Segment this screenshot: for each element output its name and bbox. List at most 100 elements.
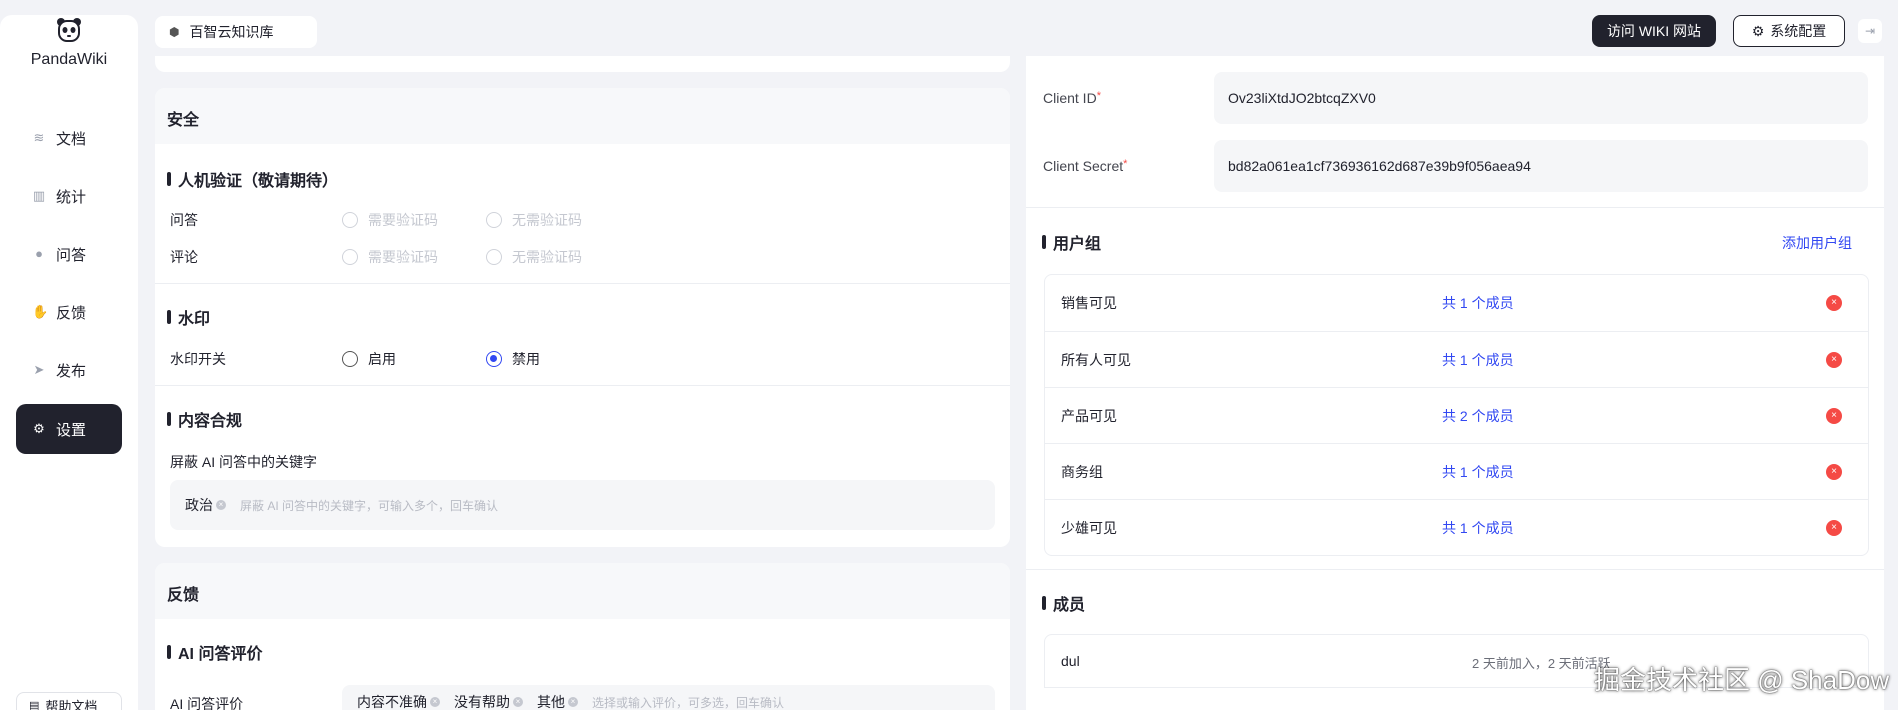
logout-icon[interactable]: ⇥ (1858, 19, 1882, 43)
user-group-row[interactable]: 少雄可见 共 1 个成员 × (1045, 499, 1868, 555)
group-member-count[interactable]: 共 1 个成员 (1442, 518, 1514, 538)
layers-icon: ≋ (33, 130, 45, 145)
tag-label: 没有帮助 (454, 694, 510, 710)
captcha-qa-label: 问答 (170, 212, 198, 228)
label-text: Client ID (1043, 90, 1097, 106)
delete-group-icon[interactable]: × (1826, 519, 1842, 536)
remove-tag-icon[interactable]: × (430, 697, 440, 707)
radio-circle (342, 212, 358, 228)
divider (1026, 207, 1884, 208)
client-id-input[interactable]: Ov23liXtdJO2btcqZXV0 (1214, 72, 1868, 124)
rating-tag[interactable]: 其他 × (537, 692, 578, 710)
radio-label: 启用 (368, 351, 396, 367)
sidebar-item-publish[interactable]: ➤ 发布 (16, 345, 122, 395)
group-member-count[interactable]: 共 1 个成员 (1442, 350, 1514, 370)
sidebar-item-label: 统计 (56, 188, 87, 206)
radio-label: 无需验证码 (512, 212, 582, 228)
member-activity: 2 天前加入，2 天前活跃 (1472, 656, 1611, 671)
divider (155, 385, 1010, 386)
delete-group-icon[interactable]: × (1826, 407, 1842, 424)
knowledge-base-name: 百智云知识库 (189, 24, 274, 40)
client-id-label: Client ID* (1043, 90, 1101, 106)
captcha-section-title: 人机验证（敬请期待） (167, 167, 338, 191)
sidebar-item-docs[interactable]: ≋ 文档 (16, 113, 122, 163)
delete-group-icon[interactable]: × (1826, 351, 1842, 368)
delete-group-icon[interactable]: × (1826, 463, 1842, 480)
help-docs-button[interactable]: ▤ 帮助文档 (16, 692, 122, 710)
previous-section-card (155, 56, 1010, 72)
captcha-qa-none-radio: 无需验证码 (486, 210, 582, 230)
group-name: 所有人可见 (1061, 351, 1131, 368)
radio-circle (342, 351, 358, 367)
rating-tag[interactable]: 内容不准确 × (357, 692, 440, 710)
divider (1026, 569, 1884, 570)
visit-wiki-button[interactable]: 访问 WIKI 网站 (1592, 15, 1716, 47)
sidebar-item-label: 反馈 (56, 304, 87, 322)
group-member-count[interactable]: 共 1 个成员 (1442, 293, 1514, 313)
user-group-list: 销售可见 共 1 个成员 × 所有人可见 共 1 个成员 × 产品可见 共 2 … (1044, 274, 1869, 556)
radio-label: 需要验证码 (368, 212, 438, 228)
group-name: 少雄可见 (1061, 519, 1117, 536)
tag-label: 内容不准确 (357, 694, 427, 710)
sidebar-item-feedback[interactable]: ✋ 反馈 (16, 287, 122, 337)
system-config-label: 系统配置 (1770, 23, 1827, 39)
gear-icon: ⚙ (33, 421, 45, 436)
overlay-watermark: 掘金技术社区 @ ShaDow (1594, 665, 1890, 695)
remove-tag-icon[interactable]: × (216, 500, 226, 510)
app-logo[interactable]: PandaWiki (0, 15, 138, 69)
delete-group-icon[interactable]: × (1826, 295, 1842, 311)
group-member-count[interactable]: 共 2 个成员 (1442, 406, 1514, 426)
sidebar-item-stats[interactable]: ▥ 统计 (16, 171, 122, 221)
sidebar-item-settings[interactable]: ⚙ 设置 (16, 404, 122, 454)
feedback-panel-title: 反馈 (155, 563, 1010, 619)
security-panel: 安全 人机验证（敬请期待） 问答 需要验证码 无需验证码 评论 需要验证码 无需… (155, 88, 1010, 547)
gear-icon: ⚙ (1751, 22, 1765, 39)
sidebar-item-qa[interactable]: ● 问答 (16, 229, 122, 279)
remove-tag-icon[interactable]: × (568, 697, 578, 707)
group-member-count[interactable]: 共 1 个成员 (1442, 462, 1514, 482)
cube-icon: ⬢ (169, 25, 180, 39)
user-group-row[interactable]: 销售可见 共 1 个成员 × (1045, 275, 1868, 331)
sidebar-item-label: 文档 (56, 130, 87, 148)
tag-label: 其他 (537, 694, 565, 710)
watermark-disable-radio[interactable]: 禁用 (486, 349, 540, 369)
user-groups-title: 用户组 (1042, 230, 1101, 254)
document-icon: ▤ (29, 699, 40, 710)
compliance-section-title: 内容合规 (167, 407, 242, 431)
send-icon: ➤ (33, 362, 45, 377)
watermark-enable-radio[interactable]: 启用 (342, 349, 396, 369)
panda-icon (57, 18, 81, 42)
radio-label: 无需验证码 (512, 249, 582, 265)
group-name: 产品可见 (1061, 407, 1117, 424)
keyword-tag[interactable]: 政治 × (185, 495, 226, 515)
rating-tag[interactable]: 没有帮助 × (454, 692, 523, 710)
sidebar-item-label: 发布 (56, 362, 87, 380)
thumb-icon: ✋ (32, 304, 49, 319)
system-config-button[interactable]: ⚙ 系统配置 (1733, 15, 1845, 47)
sidebar-item-label: 设置 (56, 421, 87, 439)
captcha-comment-none-radio: 无需验证码 (486, 247, 582, 267)
member-name: dul (1061, 653, 1080, 669)
radio-label: 禁用 (512, 351, 540, 367)
label-text: Client Secret (1043, 158, 1124, 174)
radio-circle (486, 249, 502, 265)
members-title: 成员 (1042, 591, 1085, 615)
user-group-row[interactable]: 所有人可见 共 1 个成员 × (1045, 331, 1868, 387)
add-user-group-link[interactable]: 添加用户组 (1782, 233, 1852, 253)
user-group-row[interactable]: 产品可见 共 2 个成员 × (1045, 387, 1868, 443)
group-name: 销售可见 (1061, 295, 1117, 311)
knowledge-base-selector[interactable]: ⬢ 百智云知识库 (155, 16, 317, 48)
ai-rating-input[interactable]: 内容不准确 × 没有帮助 × 其他 × 选择或输入评价，可多选，回车确认 (342, 685, 995, 710)
remove-tag-icon[interactable]: × (513, 697, 523, 707)
security-panel-title: 安全 (155, 88, 1010, 144)
client-secret-input[interactable]: bd82a061ea1cf736936162d687e39b9f056aea94 (1214, 140, 1868, 192)
sidebar-item-label: 问答 (56, 246, 87, 264)
watermark-switch-label: 水印开关 (170, 351, 226, 367)
captcha-comment-require-radio: 需要验证码 (342, 247, 438, 267)
user-group-row[interactable]: 商务组 共 1 个成员 × (1045, 443, 1868, 499)
app-name: PandaWiki (30, 51, 108, 68)
captcha-qa-require-radio: 需要验证码 (342, 210, 438, 230)
keyword-input-placeholder: 屏蔽 AI 问答中的关键字，可输入多个，回车确认 (240, 498, 499, 513)
keyword-block-input[interactable]: 政治 × 屏蔽 AI 问答中的关键字，可输入多个，回车确认 (170, 480, 995, 530)
feedback-panel: 反馈 AI 问答评价 AI 问答评价 内容不准确 × 没有帮助 × 其他 × 选… (155, 563, 1010, 710)
